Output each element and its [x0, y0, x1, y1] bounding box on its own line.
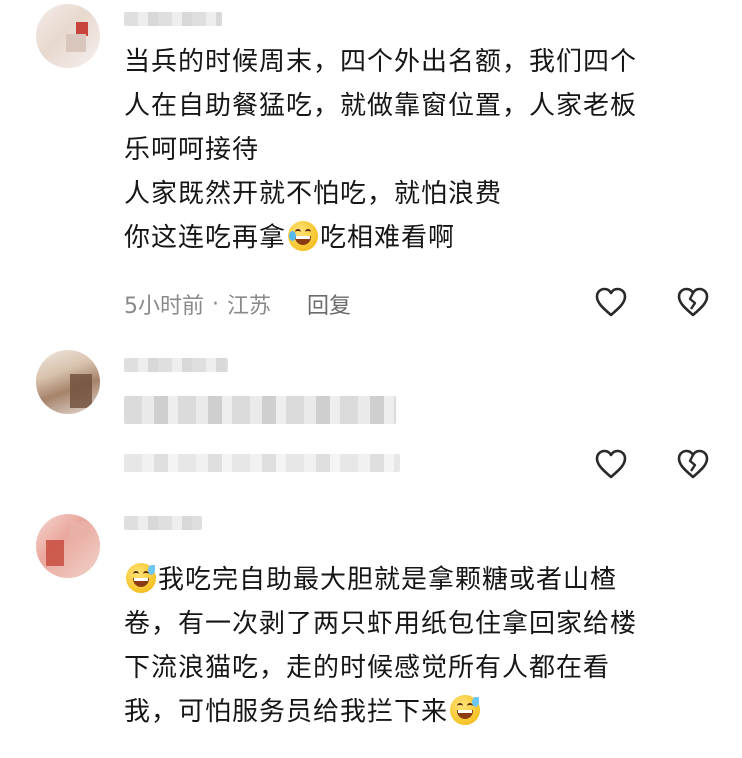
comment-line: 我吃完自助最大胆就是拿颗糖或者山楂 [124, 558, 712, 602]
comment-meta: 5小时前 · 江苏 回复 [124, 288, 351, 320]
comment-fragment: 吃相难看啊 [320, 223, 456, 253]
comment-line: 人在自助餐猛吃，就做靠窗位置，人家老板 [124, 91, 638, 121]
grinning-sweat-emoji-icon [450, 695, 481, 725]
grinning-sweat-emoji-icon [126, 563, 156, 593]
comment-line: 下流浪猫吃，走的时候感觉所有人都在看 [124, 653, 611, 683]
comment-line: 当兵的时候周末，四个外出名额，我们四个 [124, 47, 638, 77]
comment-line: 卷，有一次剥了两只虾用纸包住拿回家给楼 [124, 609, 638, 639]
heart-outline-icon[interactable] [594, 448, 628, 480]
laughing-crying-emoji-icon [288, 221, 319, 251]
comment-text-blurred [124, 396, 396, 424]
timestamp: 5小时前 [124, 294, 204, 319]
comment-item [0, 336, 742, 496]
comment-line: 你这连吃再拿 吃相难看啊 [124, 216, 712, 260]
comment-meta-blurred [124, 454, 400, 472]
comment-text: 当兵的时候周末，四个外出名额，我们四个 人在自助餐猛吃，就做靠窗位置，人家老板 … [124, 40, 712, 260]
avatar[interactable] [36, 4, 100, 68]
comment-line: 我，可怕服务员给我拦下来 [124, 690, 712, 734]
avatar[interactable] [36, 514, 100, 578]
location: 江苏 [227, 294, 272, 319]
broken-heart-outline-icon[interactable] [676, 286, 710, 318]
username-blurred[interactable] [124, 12, 222, 26]
comment-line: 人家既然开就不怕吃，就怕浪费 [124, 179, 503, 209]
comment-item: 当兵的时候周末，四个外出名额，我们四个 人在自助餐猛吃，就做靠窗位置，人家老板 … [0, 0, 742, 336]
username-blurred[interactable] [124, 358, 228, 372]
comment-fragment: 我，可怕服务员给我拦下来 [124, 697, 449, 727]
comment-line: 乐呵呵接待 [124, 135, 260, 165]
avatar[interactable] [36, 350, 100, 414]
heart-outline-icon[interactable] [594, 286, 628, 318]
comment-item: 我吃完自助最大胆就是拿颗糖或者山楂 卷，有一次剥了两只虾用纸包住拿回家给楼 下流… [0, 496, 742, 758]
meta-separator: · [212, 291, 219, 317]
reply-button[interactable]: 回复 [307, 288, 351, 320]
username-blurred[interactable] [124, 516, 202, 530]
comment-text: 我吃完自助最大胆就是拿颗糖或者山楂 卷，有一次剥了两只虾用纸包住拿回家给楼 下流… [124, 558, 712, 734]
comment-fragment: 你这连吃再拿 [124, 223, 287, 253]
comment-fragment: 我吃完自助最大胆就是拿颗糖或者山楂 [158, 565, 618, 595]
broken-heart-outline-icon[interactable] [676, 448, 710, 480]
